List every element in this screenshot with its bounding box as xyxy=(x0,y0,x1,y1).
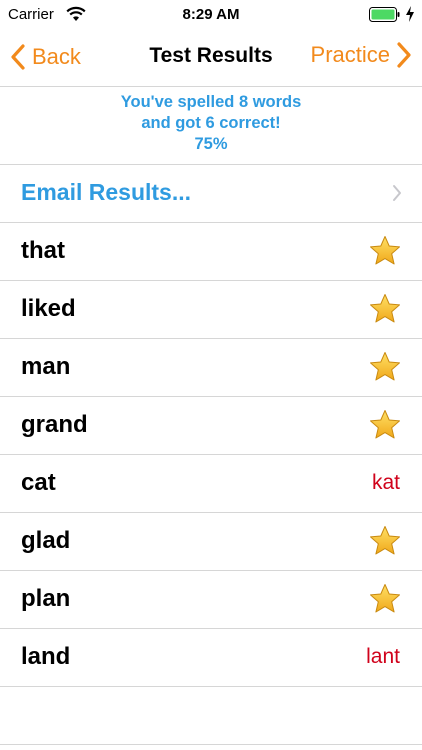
result-row: glad xyxy=(0,512,422,570)
battery-icon xyxy=(369,7,400,22)
practice-label: Practice xyxy=(310,42,390,67)
misspelled-attempt: lant xyxy=(366,645,400,668)
result-row: liked xyxy=(0,280,422,338)
email-results-label: Email Results... xyxy=(21,179,192,205)
list-end-divider xyxy=(0,686,422,687)
charging-icon xyxy=(406,6,414,22)
result-row: cat kat xyxy=(0,454,422,512)
result-word: that xyxy=(21,237,65,264)
status-bar: Carrier 8:29 AM xyxy=(0,0,422,30)
results-list: Email Results... that liked man grand cat kat… xyxy=(0,164,422,687)
score-summary: You've spelled 8 words and got 6 correct… xyxy=(0,92,422,155)
email-results-row[interactable]: Email Results... xyxy=(0,164,422,222)
result-row: that xyxy=(0,222,422,280)
navigation-bar: Back Test Results Practice xyxy=(0,30,422,87)
result-row: plan xyxy=(0,570,422,628)
practice-button[interactable]: Practice xyxy=(311,40,412,70)
result-word: glad xyxy=(21,527,71,554)
star-icon xyxy=(370,584,400,613)
star-icon xyxy=(370,410,400,439)
clock: 8:29 AM xyxy=(182,6,240,23)
summary-line-correct: and got 6 correct! xyxy=(141,114,281,132)
star-icon xyxy=(370,526,400,555)
star-icon xyxy=(370,294,400,323)
summary-line-words: You've spelled 8 words xyxy=(120,93,302,111)
result-row: land lant xyxy=(0,628,422,686)
disclosure-chevron-icon xyxy=(393,185,401,201)
summary-percent: 75% xyxy=(194,135,228,153)
result-row: grand xyxy=(0,396,422,454)
bottom-divider xyxy=(0,744,422,745)
result-word: land xyxy=(21,643,71,670)
result-word: man xyxy=(21,353,71,380)
result-word: plan xyxy=(21,585,71,612)
result-row: man xyxy=(0,338,422,396)
result-word: liked xyxy=(21,295,76,322)
star-icon xyxy=(370,352,400,381)
result-word: cat xyxy=(21,469,56,496)
star-icon xyxy=(370,236,400,265)
misspelled-attempt: kat xyxy=(371,471,400,494)
chevron-right-icon xyxy=(397,42,411,68)
result-word: grand xyxy=(21,411,88,438)
